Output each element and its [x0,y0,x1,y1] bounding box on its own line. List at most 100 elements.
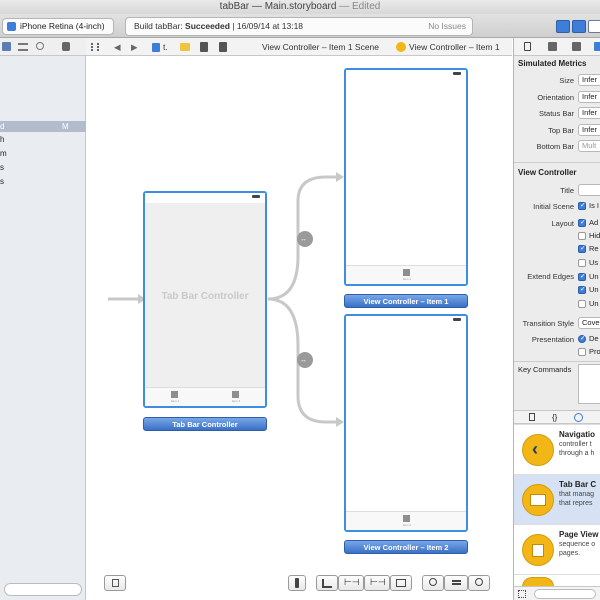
library-item-partial[interactable] [514,574,600,587]
library-filter-field[interactable] [534,589,596,599]
layout-checkbox[interactable] [578,244,586,253]
standard-editor-icon[interactable] [556,20,570,33]
crumb-project[interactable]: t. [163,38,168,56]
presentation-radio[interactable] [578,334,586,343]
layout-checkbox[interactable] [578,232,586,240]
quick-help-icon[interactable] [548,42,557,51]
file-template-icon[interactable] [529,413,535,421]
title-field[interactable] [578,184,600,196]
layout-checkbox[interactable] [578,218,586,227]
tab-item-icon[interactable] [403,269,410,276]
version-editor-icon[interactable] [588,20,600,33]
size-popup[interactable]: Infer [578,74,600,86]
presentation-checkbox[interactable] [578,348,586,356]
key-commands-table[interactable] [578,364,600,404]
library-item-tab-bar-controller[interactable]: Tab Bar C that manag that repres [514,474,600,524]
orientation-popup[interactable]: Infer [578,91,600,103]
crumb-scene[interactable]: View Controller – Item 1 Scene [262,38,379,56]
project-navigator: d M h m s s [0,56,86,600]
section-divider [514,162,600,163]
resolve-issues-button[interactable]: ⊢⊣ [364,575,390,591]
identity-inspector-icon[interactable] [572,42,581,51]
nav-item[interactable]: m [0,148,86,159]
resizing-button[interactable] [390,575,412,591]
build-status-time: | 16/09/14 at 13:18 [232,21,304,31]
pin-icon: ⊢⊣ [344,577,360,587]
tab-item-icon[interactable] [171,391,178,398]
extend-edges-checkbox[interactable] [578,285,586,294]
device-icon [295,578,299,588]
initial-scene-checkbox[interactable] [578,201,586,210]
related-items-icon[interactable] [91,43,99,51]
zoom-in-button[interactable] [468,575,490,591]
layout-label: Layout [551,219,574,228]
nav-item[interactable]: s [0,176,86,187]
form-factor-button[interactable] [288,575,306,591]
scheme-selector[interactable]: iPhone Retina (4-inch) [2,18,114,35]
tab-item-label: Item 2 [402,523,412,527]
zoom-out-button[interactable] [422,575,444,591]
tab-item-icon[interactable] [403,515,410,522]
document-outline-toggle-button[interactable] [104,575,126,591]
extend-edges-label: Extend Edges [527,272,574,281]
page-view-controller-icon [522,534,554,566]
file-inspector-icon[interactable] [524,42,531,51]
relationship-icon[interactable]: ↔ [300,357,307,364]
symbol-navigator-icon[interactable] [18,43,28,51]
tab-bar-controller-scene[interactable]: Tab Bar Controller Item 1 Item 2 [143,191,267,408]
assistant-editor-icon[interactable] [572,20,586,33]
extend-edges-checkbox[interactable] [578,272,586,281]
zoom-reset-button[interactable] [444,575,468,591]
nav-item[interactable]: d M [0,121,86,132]
file-title: Main.storyboard [264,1,337,12]
crumb-view-controller[interactable]: View Controller – Item 1 [409,38,500,56]
code-snippet-icon[interactable]: {} [552,413,557,422]
search-navigator-icon[interactable] [36,42,44,50]
transition-style-popup[interactable]: Cove [578,317,600,329]
align-button[interactable] [316,575,338,591]
extend-edges-checkbox[interactable] [578,300,586,308]
tab-item-icon[interactable] [232,391,239,398]
navigator-selector-bar [0,38,86,56]
battery-icon [252,195,260,198]
transition-style-label: Transition Style [522,319,574,328]
nav-item-label: d [0,122,5,131]
library-item-page-view-controller[interactable]: Page View sequence o pages. [514,524,600,574]
library-item-navigation-controller[interactable]: ‹ Navigatio controller t through a h [514,424,600,474]
back-arrow-icon[interactable]: ◀ [114,38,121,56]
simulated-metrics-heading: Simulated Metrics [518,59,587,68]
grid-view-icon[interactable] [518,590,526,598]
scene-dock-tab-bar-controller[interactable]: Tab Bar Controller [143,417,267,431]
top-bar-popup[interactable]: Infer [578,124,600,136]
storyboard-canvas[interactable]: ↔ ↔ Tab Bar Controller Item 1 Item 2 Tab… [86,56,512,600]
project-navigator-icon[interactable] [2,42,11,51]
scene-dock-view-controller-item-2[interactable]: View Controller – Item 2 [344,540,468,554]
tab-item-label: Item 2 [231,399,241,403]
scheme-device-label: iPhone Retina (4-inch) [20,21,105,31]
view-controller-item-2-scene[interactable]: Item 2 [344,314,468,532]
utilities-inspector: Simulated Metrics Size Infer Orientation… [513,38,600,600]
view-controller-item-1-scene[interactable]: Item 1 [344,68,468,286]
scene-dock-view-controller-item-1[interactable]: View Controller – Item 1 [344,294,468,308]
relationship-icon[interactable]: ↔ [300,236,307,243]
build-status-result: Succeeded [185,21,230,31]
object-library-icon[interactable] [574,413,583,422]
navigator-filter-field[interactable] [4,583,82,596]
nav-item[interactable]: s [0,162,86,173]
inspector-selector-bar [514,38,600,56]
library-selector-bar: {} [514,410,600,424]
bottom-bar-popup[interactable]: Mult [578,140,600,152]
layout-checkbox[interactable] [578,259,586,267]
storyboard-file-icon [200,42,208,52]
issue-navigator-icon[interactable] [62,42,70,51]
layout-option: Us [589,258,599,267]
library-item-title: Navigatio [559,430,596,439]
pin-button[interactable]: ⊢⊣ [338,575,364,591]
nav-item[interactable]: h [0,134,86,145]
library-item-desc: that manag that repres [559,491,595,507]
title-label: Title [560,186,574,195]
modified-badge: M [62,122,69,131]
attributes-inspector-icon[interactable] [594,42,600,51]
forward-arrow-icon[interactable]: ▶ [131,38,138,56]
status-bar-popup[interactable]: Infer [578,107,600,119]
